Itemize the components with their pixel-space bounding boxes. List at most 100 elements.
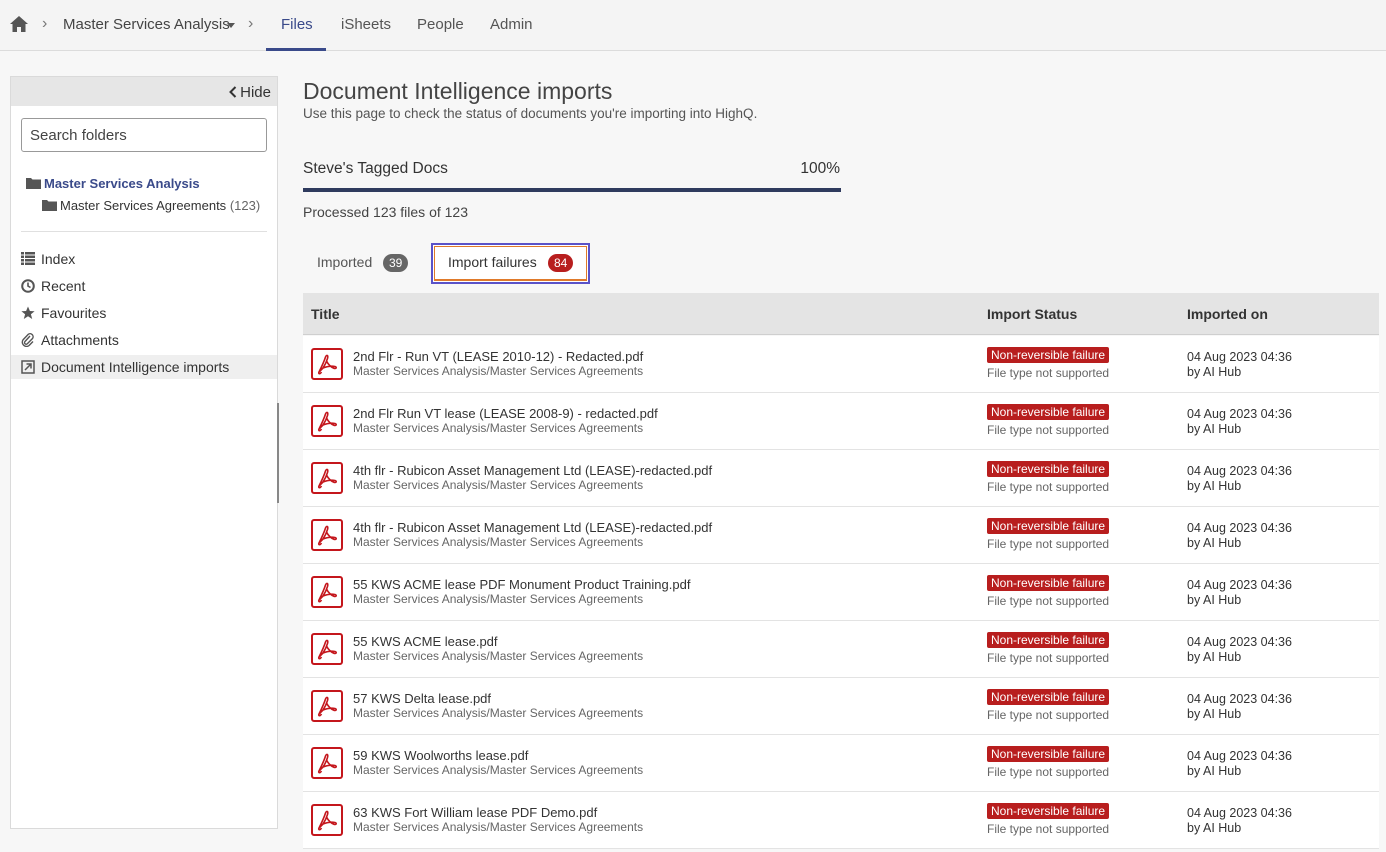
page-title: Document Intelligence imports bbox=[303, 78, 613, 104]
imported-date: 04 Aug 2023 04:36 bbox=[1187, 749, 1292, 763]
status-badge: Non-reversible failure bbox=[987, 404, 1110, 420]
file-title-link[interactable]: 55 KWS ACME lease PDF Monument Product T… bbox=[353, 577, 690, 592]
sidebar-item-attachments[interactable]: Attachments bbox=[11, 328, 277, 352]
imported-date: 04 Aug 2023 04:36 bbox=[1187, 350, 1292, 364]
folder-icon bbox=[26, 178, 41, 189]
hide-sidebar-button[interactable]: Hide bbox=[240, 84, 271, 101]
sidebar-item-label: Index bbox=[41, 251, 76, 267]
pdf-file-icon bbox=[311, 519, 343, 551]
imported-by: by AI Hub bbox=[1187, 422, 1242, 436]
tab-admin[interactable]: Admin bbox=[490, 16, 533, 33]
sidebar-item-recent[interactable]: Recent bbox=[11, 274, 277, 298]
folder-icon bbox=[42, 200, 57, 211]
imported-by: by AI Hub bbox=[1187, 764, 1242, 778]
file-path: Master Services Analysis/Master Services… bbox=[353, 535, 644, 549]
sidebar-item-label: Document Intelligence imports bbox=[41, 359, 230, 375]
status-badge: Non-reversible failure bbox=[987, 803, 1110, 819]
file-path: Master Services Analysis/Master Services… bbox=[353, 364, 644, 378]
file-title-link[interactable]: 2nd Flr - Run VT (LEASE 2010-12) - Redac… bbox=[353, 349, 643, 364]
sidebar-item-index[interactable]: Index bbox=[11, 247, 277, 271]
imported-by: by AI Hub bbox=[1187, 821, 1242, 835]
pdf-file-icon bbox=[311, 405, 343, 437]
imported-by: by AI Hub bbox=[1187, 365, 1242, 379]
sidebar-header: Hide bbox=[11, 77, 277, 106]
folder-label-wrap: Master Services Agreements (123) bbox=[60, 198, 260, 213]
failure-reason: File type not supported bbox=[987, 537, 1110, 551]
table-row[interactable]: 2nd Flr Run VT lease (LEASE 2008-9) - re… bbox=[303, 393, 1379, 450]
table-row[interactable]: 2nd Flr - Run VT (LEASE 2010-12) - Redac… bbox=[303, 336, 1379, 393]
status-badge: Non-reversible failure bbox=[987, 575, 1110, 591]
file-path: Master Services Analysis/Master Services… bbox=[353, 763, 644, 777]
failure-reason: File type not supported bbox=[987, 822, 1110, 836]
file-title-link[interactable]: 4th flr - Rubicon Asset Management Ltd (… bbox=[353, 520, 712, 535]
imported-date: 04 Aug 2023 04:36 bbox=[1187, 521, 1292, 535]
table-row[interactable]: 4th flr - Rubicon Asset Management Ltd (… bbox=[303, 507, 1379, 564]
home-icon[interactable] bbox=[9, 15, 29, 33]
table-row[interactable]: 4th flr - Rubicon Asset Management Ltd (… bbox=[303, 450, 1379, 507]
column-header-import-status[interactable]: Import Status bbox=[987, 306, 1077, 322]
imported-by: by AI Hub bbox=[1187, 479, 1242, 493]
tab-label: Imported bbox=[317, 254, 373, 270]
file-title-link[interactable]: 4th flr - Rubicon Asset Management Ltd (… bbox=[353, 463, 712, 478]
pdf-file-icon bbox=[311, 576, 343, 608]
sidebar-scrollbar[interactable] bbox=[277, 403, 279, 503]
star-icon bbox=[21, 306, 35, 319]
pdf-file-icon bbox=[311, 747, 343, 779]
failure-reason: File type not supported bbox=[987, 480, 1110, 494]
count-badge: 84 bbox=[548, 254, 574, 272]
sidebar-item-label: Recent bbox=[41, 278, 86, 294]
failure-reason: File type not supported bbox=[987, 594, 1110, 608]
pdf-file-icon bbox=[311, 633, 343, 665]
sidebar-item-label: Attachments bbox=[41, 332, 119, 348]
import-job-name: Steve's Tagged Docs bbox=[303, 160, 448, 177]
pdf-file-icon bbox=[311, 804, 343, 836]
sidebar-item-favourites[interactable]: Favourites bbox=[11, 301, 277, 325]
top-nav: › Master Services Analysis › Files iShee… bbox=[0, 0, 1386, 51]
list-icon bbox=[21, 252, 35, 265]
sidebar-item-document-intelligence-imports[interactable]: Document Intelligence imports bbox=[11, 355, 277, 379]
search-folders-input[interactable] bbox=[21, 118, 267, 152]
tab-files[interactable]: Files bbox=[281, 16, 313, 33]
count-badge: 39 bbox=[383, 254, 409, 272]
file-title-link[interactable]: 55 KWS ACME lease.pdf bbox=[353, 634, 498, 649]
import-icon bbox=[21, 360, 35, 374]
tab-isheets[interactable]: iSheets bbox=[341, 16, 391, 33]
file-title-link[interactable]: 63 KWS Fort William lease PDF Demo.pdf bbox=[353, 805, 597, 820]
table-header: Title Import Status Imported on bbox=[303, 293, 1379, 335]
file-title-link[interactable]: 57 KWS Delta lease.pdf bbox=[353, 691, 491, 706]
sidebar-divider bbox=[21, 231, 267, 232]
imported-by: by AI Hub bbox=[1187, 536, 1242, 550]
file-path: Master Services Analysis/Master Services… bbox=[353, 706, 644, 720]
table-row[interactable]: 55 KWS ACME lease.pdf Master Services Ana… bbox=[303, 621, 1379, 678]
tab-import-failures[interactable]: Import failures 84 bbox=[431, 243, 590, 284]
failure-reason: File type not supported bbox=[987, 366, 1110, 380]
caret-down-icon[interactable] bbox=[227, 23, 235, 28]
failure-reason: File type not supported bbox=[987, 651, 1110, 665]
chevron-left-icon[interactable] bbox=[229, 86, 237, 98]
table-row[interactable]: 59 KWS Woolworths lease.pdf Master Servic… bbox=[303, 735, 1379, 792]
breadcrumb-site[interactable]: Master Services Analysis bbox=[63, 16, 230, 33]
file-path: Master Services Analysis/Master Services… bbox=[353, 649, 644, 663]
import-progress-bar bbox=[303, 188, 841, 192]
table-row[interactable]: 55 KWS ACME lease PDF Monument Product T… bbox=[303, 564, 1379, 621]
imported-date: 04 Aug 2023 04:36 bbox=[1187, 464, 1292, 478]
sidebar-item-label: Favourites bbox=[41, 305, 107, 321]
column-header-imported-on[interactable]: Imported on bbox=[1187, 306, 1268, 322]
table-row[interactable]: 63 KWS Fort William lease PDF Demo.pdf Ma… bbox=[303, 792, 1379, 849]
pdf-file-icon bbox=[311, 348, 343, 380]
file-title-link[interactable]: 2nd Flr Run VT lease (LEASE 2008-9) - re… bbox=[353, 406, 658, 421]
imported-by: by AI Hub bbox=[1187, 593, 1242, 607]
chevron-right-icon: › bbox=[248, 15, 254, 32]
table-row[interactable]: 57 KWS Delta lease.pdf Master Services An… bbox=[303, 678, 1379, 735]
imported-date: 04 Aug 2023 04:36 bbox=[1187, 692, 1292, 706]
pdf-file-icon bbox=[311, 690, 343, 722]
processed-count: Processed 123 files of 123 bbox=[303, 204, 468, 220]
import-job-percent: 100% bbox=[800, 160, 840, 177]
status-badge: Non-reversible failure bbox=[987, 746, 1110, 762]
tab-people[interactable]: People bbox=[417, 16, 464, 33]
column-header-title[interactable]: Title bbox=[311, 306, 340, 322]
status-badge: Non-reversible failure bbox=[987, 518, 1110, 534]
pdf-file-icon bbox=[311, 462, 343, 494]
file-title-link[interactable]: 59 KWS Woolworths lease.pdf bbox=[353, 748, 528, 763]
tab-imported[interactable]: Imported 39 bbox=[303, 243, 423, 284]
